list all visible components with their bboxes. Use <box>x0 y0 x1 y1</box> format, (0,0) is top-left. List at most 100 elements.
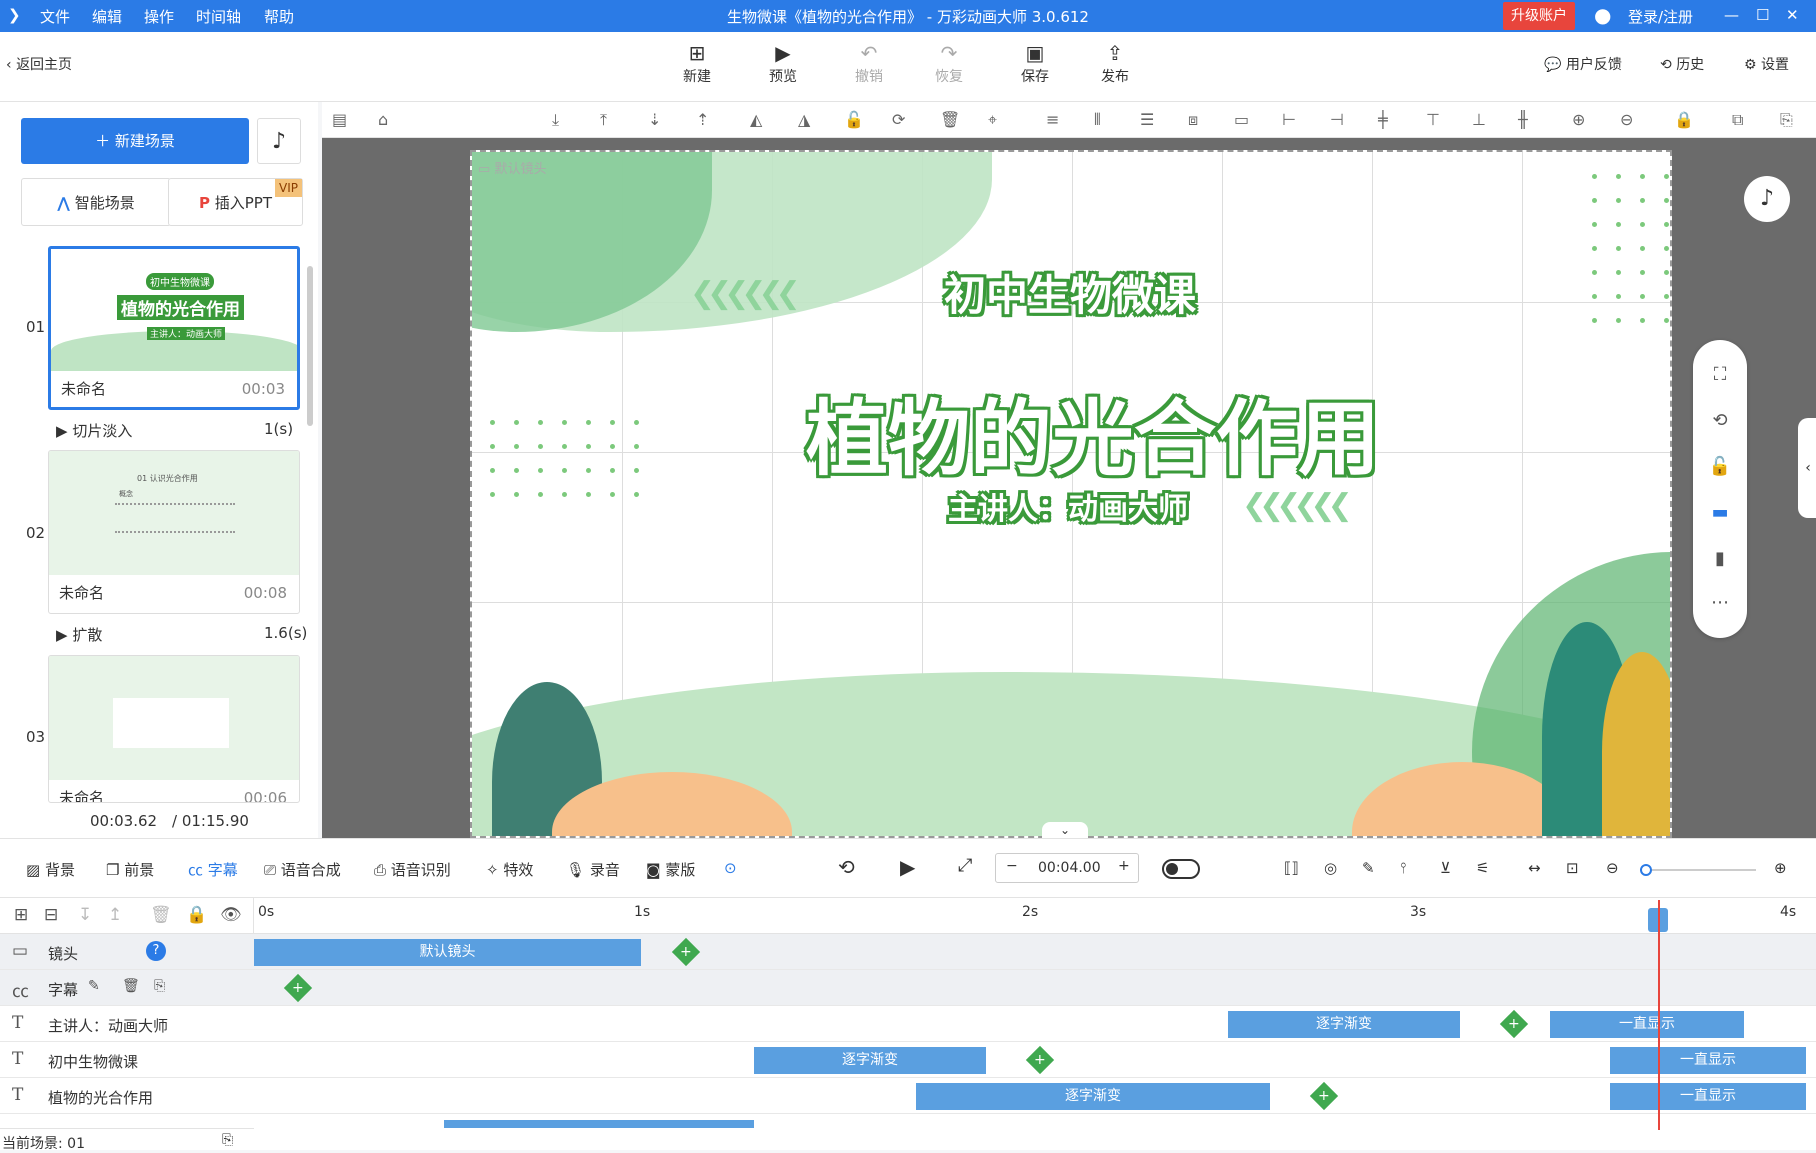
toggle-switch[interactable] <box>1162 859 1200 879</box>
more-tools-icon[interactable]: ⊙ <box>724 859 737 877</box>
close-icon[interactable]: ✕ <box>1786 6 1799 24</box>
flip-v-icon[interactable]: ◮ <box>798 110 810 129</box>
zoom-out-icon[interactable]: ⊖ <box>1620 110 1633 129</box>
move-down-icon[interactable]: ↧ <box>78 905 92 925</box>
fullscreen-icon[interactable]: ⤢ <box>958 855 972 876</box>
history-button[interactable]: ⟲ 历史 <box>1660 54 1704 74</box>
scene-scrollbar[interactable] <box>307 266 313 426</box>
play-icon[interactable]: ▶ <box>900 855 915 879</box>
zoom-slider[interactable] <box>1640 864 1756 876</box>
fit-width-icon[interactable]: ↔ <box>1528 859 1541 877</box>
track-area[interactable]: + <box>254 970 1816 1006</box>
align-top-icon[interactable]: ⊤ <box>1426 110 1440 129</box>
fit-icon[interactable]: ⟦⟧ <box>1284 859 1299 877</box>
track-presenter[interactable]: T 主讲人：动画大师 逐字渐变 + 一直显示 <box>0 1006 1816 1042</box>
replay-icon[interactable]: ⟲ <box>838 855 855 879</box>
import-icon[interactable]: ⎘ <box>154 978 165 994</box>
track-subtitle-text[interactable]: T 初中生物微课 逐字渐变 + 一直显示 <box>0 1042 1816 1078</box>
preview-button[interactable]: ▶ 预览 <box>753 40 813 86</box>
fit-screen-icon[interactable]: ⛶ <box>1693 364 1747 385</box>
align-vcenter-icon[interactable]: ╫ <box>1518 110 1528 129</box>
timeline-ruler[interactable]: 0s 1s 2s 3s 4s <box>254 898 1816 934</box>
undo-button[interactable]: ↶ 撤销 <box>839 40 899 86</box>
scene-card-01[interactable]: 初中生物微课 植物的光合作用 主讲人：动画大师 未命名 00:03 <box>48 246 300 410</box>
add-keyframe-icon[interactable]: + <box>1499 1009 1529 1039</box>
align-hcenter-icon[interactable]: ╪ <box>1378 110 1388 129</box>
show-segment[interactable]: 一直显示 <box>1610 1047 1806 1074</box>
zoom-slider-handle[interactable] <box>1640 864 1652 876</box>
music-button[interactable]: ♪ <box>257 118 301 164</box>
layer-top-icon[interactable]: ⤒ <box>600 110 607 130</box>
landscape-icon[interactable]: ▬ <box>1693 502 1747 523</box>
track-camera[interactable]: ▭ 镜头 ? 默认镜头 + <box>0 934 1816 970</box>
eye-icon[interactable]: 👁 <box>220 905 242 925</box>
publish-button[interactable]: ⇪ 发布 <box>1085 40 1145 86</box>
layer-down-icon[interactable]: ⇣ <box>648 110 661 129</box>
plus-icon[interactable]: + <box>1118 858 1130 874</box>
delete-icon[interactable]: 🗑 <box>122 978 140 994</box>
align-right-icon[interactable]: ⊣ <box>1330 110 1344 129</box>
smart-scene-button[interactable]: ⋀ 智能场景 <box>21 178 171 226</box>
zoom-out-icon[interactable]: ⊖ <box>1606 859 1619 877</box>
split-icon[interactable]: ⫯ <box>1400 859 1407 877</box>
track-subtitle[interactable]: ㏄ 字幕 ✎ 🗑 ⎘ + <box>0 970 1816 1006</box>
time-stepper[interactable]: − 00:04.00 + <box>995 853 1139 883</box>
back-home-link[interactable]: ‹ 返回主页 <box>6 54 72 74</box>
background-button[interactable]: ▨ 背景 <box>26 859 75 880</box>
portrait-icon[interactable]: ▮ <box>1693 548 1747 569</box>
insert-ppt-button[interactable]: P 插入PPT VIP <box>168 178 303 226</box>
collapse-timeline-button[interactable]: ⌄ <box>1042 822 1088 838</box>
align-grid-icon[interactable]: ⧈ <box>1188 110 1198 130</box>
track-area[interactable]: 逐字渐变 + 一直显示 <box>254 1078 1816 1114</box>
new-folder-icon[interactable]: ⊟ <box>44 905 58 925</box>
settings-button[interactable]: ⚙ 设置 <box>1744 54 1789 74</box>
stage-presenter[interactable]: 主讲人：动画大师 <box>948 484 1188 528</box>
lock-icon[interactable]: 🔓 <box>1693 456 1747 477</box>
redo-button[interactable]: ↷ 恢复 <box>919 40 979 86</box>
flip-h-icon[interactable]: ◭ <box>750 110 762 129</box>
new-scene-button[interactable]: ＋ 新建场景 <box>21 118 249 164</box>
track-title-text[interactable]: T 植物的光合作用 逐字渐变 + 一直显示 <box>0 1078 1816 1114</box>
collapse-panel-button[interactable]: ‹ <box>1798 418 1816 518</box>
asr-button[interactable]: ⎙ 语音识别 <box>374 859 451 880</box>
unlock-icon[interactable]: 🔒 <box>1674 110 1694 129</box>
record-button[interactable]: 🎙 录音 <box>566 859 620 880</box>
one-to-one-icon[interactable]: ⊡ <box>1566 859 1579 877</box>
maximize-icon[interactable]: ☐ <box>1756 6 1769 24</box>
more-icon[interactable]: ⋯ <box>1693 592 1747 613</box>
subtitle-button[interactable]: ㏄ 字幕 <box>188 859 238 880</box>
zoom-in-icon[interactable]: ⊕ <box>1774 859 1787 877</box>
time-value[interactable]: 00:04.00 <box>1038 860 1101 876</box>
edit-icon[interactable]: ✎ <box>1362 859 1375 877</box>
fade-segment[interactable]: 逐字渐变 <box>916 1083 1270 1110</box>
help-icon[interactable]: ? <box>146 941 166 961</box>
distribute-h-icon[interactable]: ⫴ <box>1094 110 1101 130</box>
edit-icon[interactable]: ✎ <box>88 978 100 994</box>
layer-bottom-icon[interactable]: ⤓ <box>552 110 559 130</box>
stage-title[interactable]: 植物的光合作用 <box>806 372 1380 491</box>
save-button[interactable]: ▣ 保存 <box>1005 40 1065 86</box>
fade-segment[interactable]: 逐字渐变 <box>1228 1011 1460 1038</box>
playhead[interactable] <box>1658 900 1660 1130</box>
effects-button[interactable]: ✧ 特效 <box>486 859 533 880</box>
rotate-icon[interactable]: ⟲ <box>1693 410 1747 431</box>
layer-up-icon[interactable]: ⇡ <box>696 110 709 129</box>
lock-icon[interactable]: 🔒 <box>186 905 207 925</box>
track-area[interactable]: 逐字渐变 + 一直显示 <box>254 1042 1816 1078</box>
scene-list-icon[interactable]: ⎘ <box>222 1132 233 1148</box>
add-keyframe-icon[interactable]: + <box>1025 1045 1055 1075</box>
home-icon[interactable]: ⌂ <box>378 110 388 129</box>
show-segment[interactable]: 一直显示 <box>1550 1011 1744 1038</box>
filter-icon[interactable]: ⊻ <box>1440 859 1451 877</box>
lock-icon[interactable]: 🔓 <box>844 110 864 129</box>
camera-icon[interactable]: ◎ <box>1324 859 1337 877</box>
stage[interactable]: ❮❮❮❮❮❮ ❮❮❮❮❮❮ ▭ 默认镜头 初中生物微课 植物的光合作用 主讲人：… <box>470 150 1672 838</box>
delete-icon[interactable]: 🗑 <box>940 110 960 129</box>
show-segment[interactable]: 一直显示 <box>1610 1083 1806 1110</box>
move-up-icon[interactable]: ↥ <box>108 905 122 925</box>
login-link[interactable]: 登录/注册 <box>1628 6 1693 27</box>
tts-button[interactable]: ⎚ 语音合成 <box>264 859 341 880</box>
align-bottom-icon[interactable]: ⊥ <box>1472 110 1486 129</box>
delete-icon[interactable]: 🗑 <box>150 905 172 925</box>
ruler-icon[interactable]: ▤ <box>332 110 347 129</box>
